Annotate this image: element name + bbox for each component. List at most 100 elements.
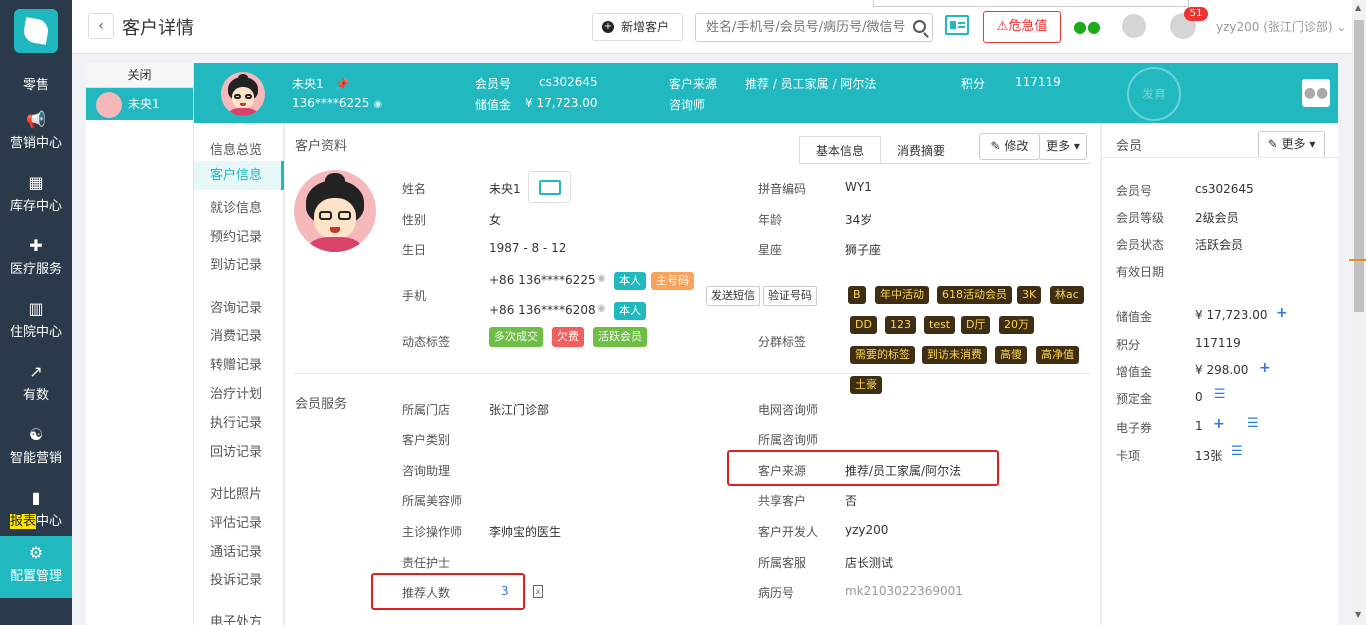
- phone1-value: +86 136****6225: [489, 273, 596, 287]
- pinyin-label: 拼音编码: [758, 182, 807, 196]
- verify-number-button[interactable]: 验证号码: [763, 286, 817, 306]
- menu-consumption[interactable]: 消费记录: [210, 325, 262, 344]
- list-icon[interactable]: ☰: [1214, 387, 1226, 402]
- eye-icon[interactable]: ◉: [373, 99, 382, 110]
- nav-config[interactable]: ⚙ 配置管理: [0, 536, 72, 598]
- member-level-value: 2级会员: [1195, 211, 1239, 225]
- add-customer-label: 新增客户: [621, 20, 670, 34]
- edit-button[interactable]: ✎ 修改: [979, 133, 1040, 160]
- scrollbar-thumb[interactable]: [1354, 20, 1364, 312]
- back-button[interactable]: ‹: [88, 13, 114, 39]
- avatar: [96, 91, 122, 118]
- group-icon[interactable]: [1122, 14, 1146, 38]
- menu-prescriptions[interactable]: 电子处方: [210, 611, 262, 625]
- group-tag: 土豪: [850, 376, 882, 394]
- menu-calls[interactable]: 通话记录: [210, 541, 262, 560]
- header-phone: 136****6225: [292, 96, 370, 110]
- search-icon[interactable]: [913, 20, 926, 33]
- user-name: yzy200 (张江门诊部): [1216, 20, 1333, 34]
- valid-date-label: 有效日期: [1116, 265, 1165, 279]
- header-stored: ¥ 17,723.00: [525, 96, 598, 110]
- more-button[interactable]: 更多 ▾: [1039, 133, 1087, 160]
- group-tag: 20万: [999, 316, 1034, 334]
- list-icon[interactable]: ☰: [1247, 416, 1259, 431]
- logo-icon[interactable]: [14, 9, 58, 53]
- member-more-label: 更多: [1281, 137, 1306, 151]
- nurse-label: 责任护士: [402, 556, 451, 570]
- birthday-value: 1987 - 8 - 12: [489, 241, 567, 255]
- tab-basic-info[interactable]: 基本信息: [799, 136, 882, 164]
- dynamic-tags-label: 动态标签: [402, 335, 451, 349]
- scroll-down-icon[interactable]: ▼: [1355, 610, 1361, 619]
- wechat-icon[interactable]: ●●: [1073, 17, 1101, 36]
- patient-header: 未央1 📌 136****6225 ◉ 会员号 cs302645 储值金 ¥ 17,…: [194, 63, 1338, 123]
- export-excel-icon[interactable]: x: [533, 585, 543, 598]
- phone2-value: +86 136****6208: [489, 303, 596, 317]
- store-value: 张江门诊部: [489, 403, 550, 417]
- add-stored-icon[interactable]: +: [1276, 305, 1288, 321]
- tag-self: 本人: [614, 302, 646, 320]
- nav-reports[interactable]: ▮ 报表中心: [0, 481, 72, 544]
- menu-transfers[interactable]: 转赠记录: [210, 354, 262, 373]
- add-bonus-icon[interactable]: +: [1259, 360, 1271, 376]
- nav-marketing[interactable]: 📢 营销中心: [0, 103, 72, 166]
- nav-smart-marketing[interactable]: ☯ 智能营销: [0, 418, 72, 481]
- add-coupon-icon[interactable]: +: [1213, 416, 1225, 432]
- menu-treatment-plan[interactable]: 治疗计划: [210, 383, 262, 402]
- avatar[interactable]: [294, 170, 376, 252]
- nav-label: 住院中心: [9, 325, 62, 340]
- pin-icon[interactable]: 📌: [336, 78, 350, 91]
- nav-medical[interactable]: ✚ 医疗服务: [0, 229, 72, 292]
- dyn-tag: 多次成交: [489, 327, 543, 347]
- dyn-tag: 活跃会员: [593, 327, 647, 347]
- menu-execution[interactable]: 执行记录: [210, 412, 262, 431]
- edit-label: 修改: [1004, 139, 1029, 153]
- member-stamp: 发育: [1127, 67, 1181, 121]
- menu-followup[interactable]: 回访记录: [210, 441, 262, 460]
- nav-inventory[interactable]: ▦ 库存中心: [0, 166, 72, 229]
- coupon-value: 1: [1195, 419, 1203, 433]
- search-input[interactable]: [696, 14, 906, 41]
- list-icon[interactable]: ☰: [1231, 444, 1243, 459]
- group-tags-label: 分群标签: [758, 335, 807, 349]
- tab-consumption-summary[interactable]: 消费摘要: [881, 137, 961, 165]
- id-card-icon[interactable]: [945, 15, 969, 35]
- scroll-up-icon[interactable]: ▲: [1355, 3, 1361, 12]
- menu-customer-info[interactable]: 客户信息: [194, 161, 284, 190]
- chevron-left-icon: ‹: [98, 18, 104, 34]
- menu-assessment[interactable]: 评估记录: [210, 512, 262, 531]
- wechat-button[interactable]: ●●: [1302, 79, 1330, 107]
- page-scrollbar[interactable]: ▲ ▼: [1352, 0, 1366, 625]
- group-tag: 3K: [1017, 286, 1042, 304]
- member-status-label: 会员状态: [1116, 238, 1165, 252]
- add-customer-button[interactable]: + 新增客户: [592, 13, 683, 41]
- menu-photos[interactable]: 对比照片: [210, 483, 262, 502]
- close-tab-button[interactable]: 关闭: [86, 63, 193, 88]
- nav-data[interactable]: ↗ 有数: [0, 355, 72, 418]
- zodiac-value: 狮子座: [845, 243, 882, 257]
- send-sms-button[interactable]: 发送短信: [706, 286, 760, 306]
- menu-complaints[interactable]: 投诉记录: [210, 569, 262, 588]
- eye-icon[interactable]: ◉: [597, 303, 606, 314]
- group-tag: DD: [850, 316, 877, 334]
- caret-down-icon: ▾: [1305, 137, 1316, 151]
- caret-down-icon: ▾: [1070, 139, 1080, 153]
- id-card-button[interactable]: [528, 171, 571, 203]
- group-tag: 需要的标签: [850, 346, 915, 364]
- megaphone-icon: 📢: [26, 110, 46, 129]
- user-menu[interactable]: yzy200 (张江门诊部) ⌄: [1216, 18, 1346, 35]
- menu-visit-info[interactable]: 就诊信息: [210, 197, 262, 216]
- menu-arrivals[interactable]: 到访记录: [210, 254, 262, 273]
- menu-appointments[interactable]: 预约记录: [210, 226, 262, 245]
- menu-consults[interactable]: 咨询记录: [210, 297, 262, 316]
- nav-inpatient[interactable]: ▥ 住院中心: [0, 292, 72, 355]
- menu-overview[interactable]: 信息总览: [210, 139, 262, 158]
- danger-value-button[interactable]: ⚠危急值: [983, 11, 1061, 43]
- side-menu: 信息总览 客户信息 就诊信息 预约记录 到访记录 咨询记录 消费记录 转赠记录 …: [194, 123, 284, 625]
- eye-icon[interactable]: ◉: [597, 273, 606, 284]
- shared-value: 否: [845, 494, 858, 508]
- nav-label: 库存中心: [9, 199, 62, 214]
- deposit-value: 0: [1195, 390, 1203, 404]
- member-more-button[interactable]: ✎ 更多 ▾: [1258, 131, 1325, 158]
- patient-tab-item[interactable]: 未央1: [86, 88, 193, 120]
